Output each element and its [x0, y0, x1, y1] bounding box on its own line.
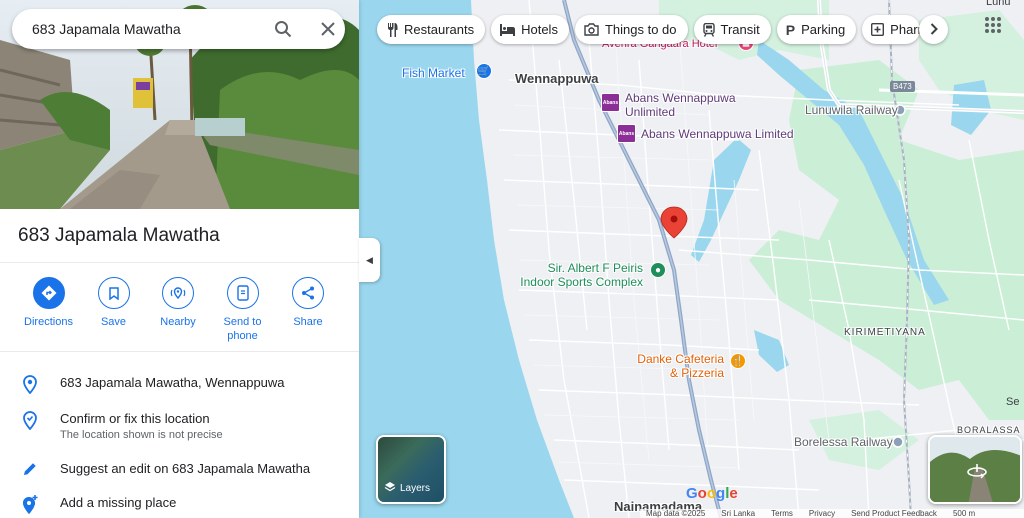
search-icon [275, 21, 292, 38]
add-place-text: Add a missing place [60, 495, 177, 510]
add-location-icon [0, 495, 60, 514]
confirm-title: Confirm or fix this location [60, 411, 210, 426]
abans-unlimited-label[interactable]: Abans Wennappuwa Unlimited [625, 91, 755, 119]
right-edge-label[interactable]: Se [1006, 396, 1019, 408]
map-footer: Map data ©2025 Sri Lanka Terms Privacy S… [640, 509, 1024, 518]
lunuwila-railway-label[interactable]: Lunuwila Railway [805, 103, 898, 117]
chips-scroll-right-button[interactable] [919, 15, 948, 44]
abans-limited-label[interactable]: Abans Wennappuwa Limited [641, 127, 794, 141]
bookmark-icon [97, 277, 130, 309]
abans-badge-icon[interactable]: Abans [617, 124, 636, 143]
send-to-phone-button[interactable]: Send to phone [224, 277, 261, 343]
close-button[interactable] [310, 11, 345, 47]
layers-button[interactable]: Layers [376, 435, 446, 504]
address-text: 683 Japamala Mawatha, Wennappuwa [60, 375, 285, 390]
scale-label[interactable]: 500 m [953, 509, 975, 518]
kirimetiyana-label[interactable]: KIRIMETIYANA [844, 327, 926, 338]
chip-parking[interactable]: P Parking [776, 15, 857, 44]
street-view-thumbnail[interactable] [928, 435, 1022, 504]
divider [0, 351, 359, 352]
add-place-row[interactable]: Add a missing place [0, 495, 359, 514]
top-right-town-label[interactable]: Lunu [986, 0, 1010, 8]
share-icon [292, 277, 324, 309]
directions-icon [32, 277, 65, 309]
chevron-left-icon: ◀ [366, 254, 373, 265]
category-chip-bar: Restaurants Hotels Things to do Transit … [377, 15, 921, 44]
phone-icon [226, 277, 259, 309]
restaurant-icon[interactable]: 🍴 [730, 353, 746, 369]
layers-label: Layers [400, 483, 431, 494]
location-pin-icon [0, 375, 60, 394]
confirm-subtitle: The location shown is not precise [60, 429, 223, 441]
google-logo: Google [686, 485, 738, 502]
danke-label[interactable]: Danke Cafeteria & Pizzeria [636, 352, 724, 380]
country-link[interactable]: Sri Lanka [721, 509, 755, 518]
save-button[interactable]: Save [97, 277, 130, 343]
confirm-location-row[interactable]: Confirm or fix this location The locatio… [0, 411, 359, 441]
chip-things-to-do[interactable]: Things to do [574, 15, 688, 44]
nearby-button[interactable]: Nearby [130, 277, 226, 343]
suggest-edit-text: Suggest an edit on 683 Japamala Mawatha [60, 461, 311, 476]
search-input[interactable] [32, 21, 248, 37]
camera-icon [584, 23, 599, 36]
close-icon [321, 22, 335, 36]
share-button[interactable]: Share [259, 277, 357, 343]
map-canvas[interactable]: Fish Market 🛒 Wennappuwa Avenra Gangaara… [359, 0, 1024, 518]
fork-knife-icon [386, 22, 398, 37]
parking-icon: P [785, 21, 796, 38]
search-button[interactable] [266, 11, 301, 47]
fish-market-label[interactable]: Fish Market [402, 66, 465, 80]
address-row[interactable]: 683 Japamala Mawatha, Wennappuwa [0, 375, 359, 394]
directions-button[interactable]: Directions [0, 277, 97, 343]
nearby-icon [162, 277, 194, 309]
chip-hotels[interactable]: Hotels [491, 15, 569, 44]
bed-icon [500, 23, 516, 36]
pharmacy-icon [871, 23, 885, 36]
boralassa-label[interactable]: BORALASSA [957, 425, 1021, 435]
confirm-pin-icon [0, 411, 60, 430]
terms-link[interactable]: Terms [771, 509, 793, 518]
map-data-credit: Map data ©2025 [646, 509, 706, 518]
feedback-link[interactable]: Send Product Feedback [851, 509, 937, 518]
collapse-panel-button[interactable]: ◀ [359, 238, 380, 282]
train-icon [702, 22, 715, 37]
maps-app: Fish Market 🛒 Wennappuwa Avenra Gangaara… [0, 0, 1024, 518]
apps-grid-icon[interactable] [985, 17, 1001, 33]
chip-transit[interactable]: Transit [693, 15, 771, 44]
privacy-link[interactable]: Privacy [809, 509, 835, 518]
shopping-cart-icon[interactable]: 🛒 [476, 63, 492, 79]
abans-badge-icon[interactable]: Abans [601, 93, 620, 112]
borelessa-railway-label[interactable]: Borelessa Railway [794, 435, 893, 449]
place-panel: 683 Japamala Mawatha Directions Save Nea… [0, 0, 359, 518]
divider [0, 262, 359, 263]
action-row: Directions Save Nearby Send to phone Sha… [0, 277, 359, 343]
sports-complex-label[interactable]: Sir. Albert F Peiris Indoor Sports Compl… [515, 261, 643, 289]
road-badge: B473 [890, 81, 915, 92]
chip-restaurants[interactable]: Restaurants [377, 15, 486, 44]
layers-icon [384, 481, 396, 496]
chevron-right-icon [930, 22, 938, 38]
pencil-icon [0, 461, 60, 477]
place-title: 683 Japamala Mawatha [18, 225, 220, 246]
sports-icon[interactable]: ● [650, 262, 666, 278]
suggest-edit-row[interactable]: Suggest an edit on 683 Japamala Mawatha [0, 461, 359, 477]
wennappuwa-label[interactable]: Wennappuwa [515, 71, 599, 86]
rotate-360-icon [966, 463, 988, 484]
search-box[interactable] [12, 9, 345, 49]
chip-pharmacy[interactable]: Pharm [862, 15, 921, 44]
